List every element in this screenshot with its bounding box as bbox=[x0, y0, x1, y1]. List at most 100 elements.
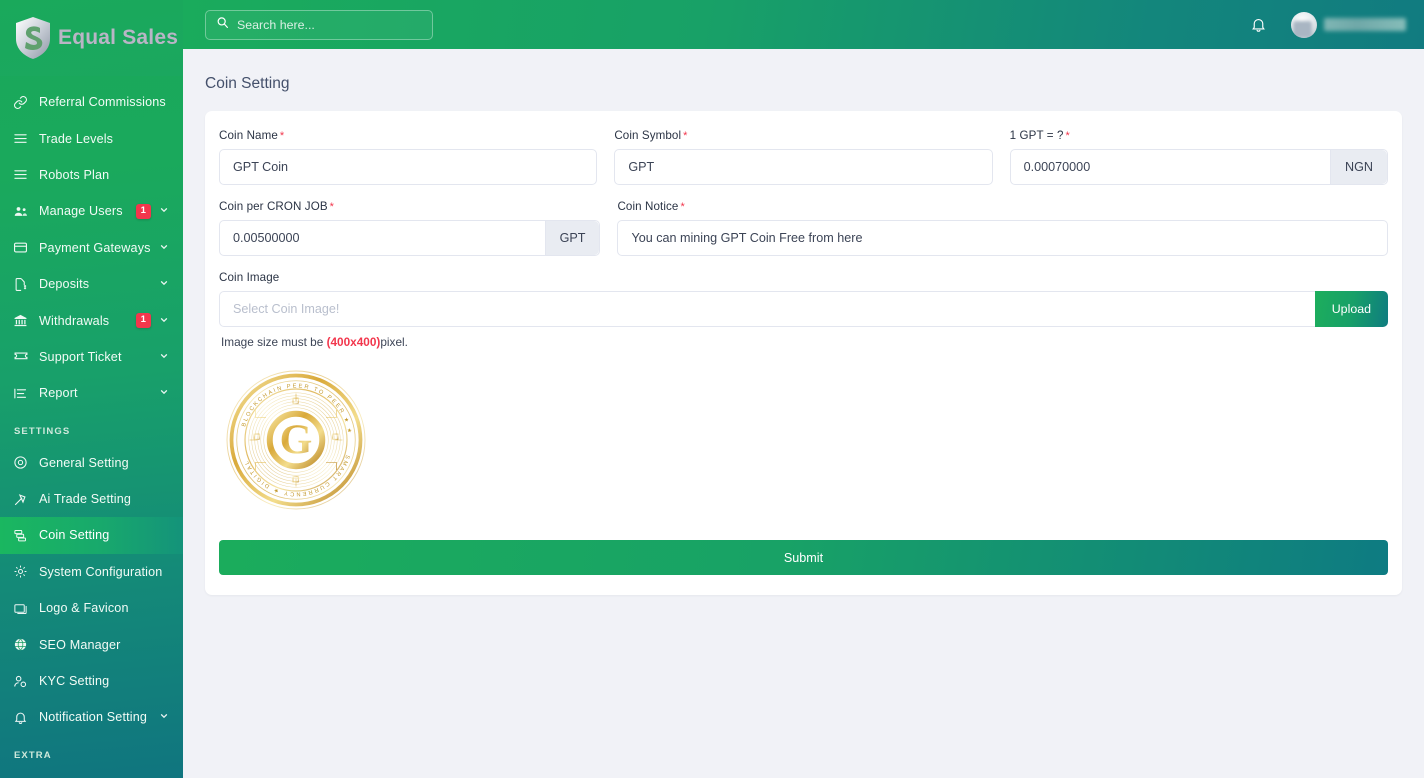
required-marker: * bbox=[680, 201, 685, 213]
search-input[interactable] bbox=[237, 17, 422, 32]
sidebar-item-support-ticket[interactable]: Support Ticket bbox=[0, 339, 183, 375]
sidebar-item-referral-commissions[interactable]: Referral Commissions bbox=[0, 84, 183, 120]
coin-per-cron-suffix: GPT bbox=[544, 221, 600, 255]
sidebar-item-label: Withdrawals bbox=[39, 313, 110, 328]
bell-icon bbox=[13, 710, 35, 725]
hammer-icon bbox=[13, 492, 35, 507]
sidebar-item-ai-trade-setting[interactable]: Ai Trade Setting bbox=[0, 481, 183, 517]
label-text: Coin Notice bbox=[617, 200, 679, 213]
required-marker: * bbox=[279, 130, 285, 142]
image-icon bbox=[13, 601, 35, 616]
sidebar-item-label: Deposits bbox=[39, 277, 90, 292]
label-text: Coin Name bbox=[219, 129, 278, 142]
sidebar-section-extra: EXTRA bbox=[14, 749, 52, 761]
sidebar-item-notification-setting[interactable]: Notification Setting bbox=[0, 699, 183, 735]
sidebar-item-deposits[interactable]: Deposits bbox=[0, 266, 183, 302]
coin-image-preview: G BLOCKCHAIN PEER TO PEER ★ ★ ★ GPTCOIN … bbox=[217, 360, 1388, 520]
label-text: 1 GPT = ? bbox=[1009, 129, 1064, 142]
coin-setting-card: Coin Name* Coin Symbol* bbox=[205, 111, 1402, 595]
coin-symbol-input[interactable] bbox=[615, 150, 992, 184]
coin-name-input[interactable] bbox=[220, 150, 597, 184]
sidebar-section-settings: SETTINGS bbox=[14, 425, 71, 437]
sidebar-item-kyc-setting[interactable]: KYC Setting bbox=[0, 663, 183, 699]
coin-notice-input-wrap[interactable] bbox=[617, 220, 1388, 256]
sidebar-item-logo-favicon[interactable]: Logo & Favicon bbox=[0, 590, 183, 626]
sidebar-item-label: Notification Setting bbox=[39, 710, 148, 725]
form-row-2: Coin per CRON JOB* GPT Coin Notice* bbox=[219, 200, 1388, 256]
coin-image-input-wrap[interactable] bbox=[219, 291, 1315, 327]
coin-per-cron-label: Coin per CRON JOB * bbox=[219, 200, 600, 213]
sidebar-item-withdrawals[interactable]: Withdrawals 1 bbox=[0, 302, 183, 338]
sidebar-item-system-configuration[interactable]: System Configuration bbox=[0, 554, 183, 590]
rate-label: 1 GPT = ? * bbox=[1010, 129, 1388, 142]
sidebar-item-seo-manager[interactable]: SEO Manager bbox=[0, 626, 183, 662]
search-box[interactable] bbox=[205, 9, 433, 40]
sidebar-item-label: KYC Setting bbox=[39, 674, 110, 689]
shield-s-logo-icon bbox=[12, 15, 54, 61]
sidebar-item-trade-levels[interactable]: Trade Levels bbox=[0, 120, 183, 156]
hint-text-before: Image size must be bbox=[221, 335, 327, 349]
coin-image-upload-row: Upload bbox=[219, 291, 1388, 327]
coin-image-input[interactable] bbox=[220, 292, 1315, 326]
chevron-down-icon bbox=[159, 204, 169, 218]
coin-name-label: Coin Name * bbox=[219, 129, 597, 142]
upload-button[interactable]: Upload bbox=[1314, 291, 1388, 327]
sidebar-item-label: Support Ticket bbox=[39, 349, 122, 364]
coin-per-cron-input[interactable] bbox=[220, 221, 545, 255]
required-marker: * bbox=[329, 201, 335, 213]
rate-input[interactable] bbox=[1010, 150, 1330, 184]
brand-name: Equal Sales bbox=[58, 26, 179, 49]
page-content: Coin Setting Coin Name* Coin Sy bbox=[183, 49, 1424, 778]
label-text: Coin Symbol bbox=[614, 129, 682, 142]
coin-symbol-input-wrap[interactable] bbox=[614, 149, 993, 185]
field-rate: 1 GPT = ?* NGN bbox=[1009, 129, 1388, 185]
users-gear-icon bbox=[13, 204, 35, 219]
sidebar-item-label: Robots Plan bbox=[39, 167, 110, 182]
user-menu[interactable] bbox=[1291, 11, 1406, 38]
globe-icon bbox=[13, 637, 35, 652]
ticket-icon bbox=[13, 349, 35, 364]
rate-input-wrap[interactable]: NGN bbox=[1009, 149, 1388, 185]
sidebar-item-label: System Configuration bbox=[39, 564, 163, 579]
topbar bbox=[183, 0, 1424, 49]
sidebar-item-label: Payment Gateways bbox=[39, 240, 151, 255]
sidebar-item-payment-gateways[interactable]: Payment Gateways bbox=[0, 230, 183, 266]
sidebar-item-label: Report bbox=[39, 386, 78, 401]
sidebar-item-label: Referral Commissions bbox=[39, 95, 166, 110]
gpt-coin-logo-icon: G BLOCKCHAIN PEER TO PEER ★ ★ ★ GPTCOIN … bbox=[217, 360, 371, 519]
list-icon bbox=[13, 131, 35, 146]
hint-text-after: pixel. bbox=[380, 335, 408, 349]
sidebar-item-general-setting[interactable]: General Setting bbox=[0, 445, 183, 481]
brand-logo[interactable]: Equal Sales bbox=[0, 0, 183, 76]
sidebar-item-report[interactable]: Report bbox=[0, 375, 183, 411]
coin-name-input-wrap[interactable] bbox=[219, 149, 598, 185]
document-dollar-icon bbox=[13, 277, 35, 292]
sidebar-item-robots-plan[interactable]: Robots Plan bbox=[0, 157, 183, 193]
coin-image-label: Coin Image bbox=[219, 271, 280, 284]
sidebar-item-label: Manage Users bbox=[39, 204, 123, 219]
sidebar-item-coin-setting[interactable]: Coin Setting bbox=[0, 517, 183, 554]
page-title: Coin Setting bbox=[205, 75, 290, 92]
main-area: Coin Setting Coin Name* Coin Sy bbox=[183, 0, 1424, 778]
field-coin-symbol: Coin Symbol * bbox=[614, 129, 993, 185]
gear-icon bbox=[13, 564, 35, 579]
report-list-icon bbox=[13, 386, 35, 401]
sidebar: Equal Sales Referral Commissions Trade L… bbox=[0, 0, 183, 778]
status-badge: 1 bbox=[135, 313, 151, 329]
sidebar-item-label: General Setting bbox=[39, 455, 129, 470]
notification-bell-icon[interactable] bbox=[1247, 14, 1269, 36]
disc-icon bbox=[13, 455, 35, 470]
sidebar-item-label: Trade Levels bbox=[39, 131, 114, 146]
sidebar-item-label: SEO Manager bbox=[39, 637, 121, 652]
coin-notice-input[interactable] bbox=[618, 221, 1387, 255]
avatar bbox=[1291, 11, 1317, 38]
svg-text:G: G bbox=[280, 418, 313, 464]
coin-per-cron-input-wrap[interactable]: GPT bbox=[219, 220, 601, 256]
sidebar-item-label: Coin Setting bbox=[39, 528, 110, 543]
sidebar-item-manage-users[interactable]: Manage Users 1 bbox=[0, 193, 183, 229]
link-icon bbox=[13, 95, 35, 110]
label-text: Coin per CRON JOB bbox=[219, 200, 328, 213]
submit-button[interactable]: Submit bbox=[219, 540, 1388, 575]
chevron-down-icon bbox=[159, 386, 169, 400]
coins-stack-icon bbox=[13, 528, 35, 543]
